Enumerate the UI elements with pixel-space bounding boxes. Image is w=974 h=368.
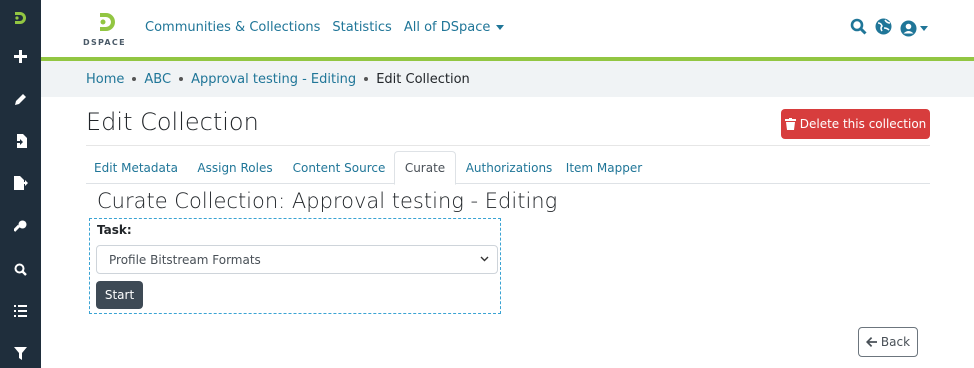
- breadcrumb-abc[interactable]: ABC: [144, 72, 171, 87]
- main-nav: Communities & Collections Statistics All…: [145, 20, 505, 35]
- header-icons: [850, 18, 928, 39]
- nav-communities-collections[interactable]: Communities & Collections: [145, 20, 320, 35]
- back-button-label: Back: [880, 335, 911, 349]
- file-export-icon[interactable]: [0, 171, 41, 195]
- back-button[interactable]: Back: [858, 327, 918, 357]
- user-menu-caret-icon: [920, 26, 928, 31]
- nav-all-of-dspace[interactable]: All of DSpace: [404, 20, 505, 35]
- breadcrumb-separator: [179, 77, 184, 81]
- plus-icon[interactable]: [0, 44, 41, 68]
- tab-assign-roles[interactable]: Assign Roles: [190, 151, 280, 184]
- filter-icon[interactable]: [0, 341, 41, 365]
- dspace-logo-icon[interactable]: [0, 6, 41, 30]
- search-icon[interactable]: [850, 18, 867, 39]
- tab-authorizations[interactable]: Authorizations: [462, 151, 556, 184]
- tab-item-mapper[interactable]: Item Mapper: [562, 151, 646, 184]
- delete-collection-label: Delete this collection: [799, 117, 927, 131]
- dspace-logo[interactable]: DSPACE: [83, 12, 129, 48]
- edit-tabs: Edit Metadata Assign Roles Content Sourc…: [86, 151, 930, 185]
- breadcrumb-current: Edit Collection: [376, 71, 470, 87]
- list-icon[interactable]: [0, 299, 41, 323]
- caret-down-icon: [496, 25, 505, 30]
- title-divider: [86, 145, 930, 146]
- task-select[interactable]: Profile Bitstream Formats: [96, 245, 498, 274]
- admin-sidebar: [0, 0, 41, 368]
- breadcrumb-home[interactable]: Home: [86, 72, 124, 87]
- task-select-value: Profile Bitstream Formats: [109, 252, 261, 267]
- nav-statistics[interactable]: Statistics: [332, 20, 391, 35]
- delete-collection-button[interactable]: Delete this collection: [781, 109, 930, 139]
- user-circle-icon[interactable]: [900, 20, 928, 37]
- chevron-down-icon: [480, 256, 489, 262]
- pencil-icon[interactable]: [0, 87, 41, 111]
- arrow-left-icon: [865, 337, 877, 347]
- task-label: Task:: [97, 223, 132, 237]
- breadcrumb: Home ABC Approval testing - Editing Edit…: [41, 61, 974, 97]
- tab-edit-metadata[interactable]: Edit Metadata: [86, 151, 186, 184]
- logo-text: DSPACE: [83, 38, 126, 47]
- breadcrumb-separator: [364, 77, 369, 81]
- search-icon[interactable]: [0, 257, 41, 281]
- file-import-icon[interactable]: [0, 129, 41, 153]
- start-button[interactable]: Start: [96, 281, 143, 309]
- trash-icon: [784, 118, 796, 130]
- breadcrumb-separator: [132, 77, 137, 81]
- tab-content-source[interactable]: Content Source: [286, 151, 392, 184]
- nav-all-of-dspace-label: All of DSpace: [403, 20, 491, 35]
- curate-heading: Curate Collection: Approval testing - Ed…: [97, 189, 558, 213]
- page-title: Edit Collection: [86, 108, 259, 136]
- tab-curate[interactable]: Curate: [394, 151, 456, 185]
- globe-icon[interactable]: [875, 18, 892, 39]
- breadcrumb-collection[interactable]: Approval testing - Editing: [191, 72, 356, 87]
- site-header: DSPACE Communities & Collections Statist…: [41, 0, 974, 58]
- key-icon[interactable]: [0, 214, 41, 238]
